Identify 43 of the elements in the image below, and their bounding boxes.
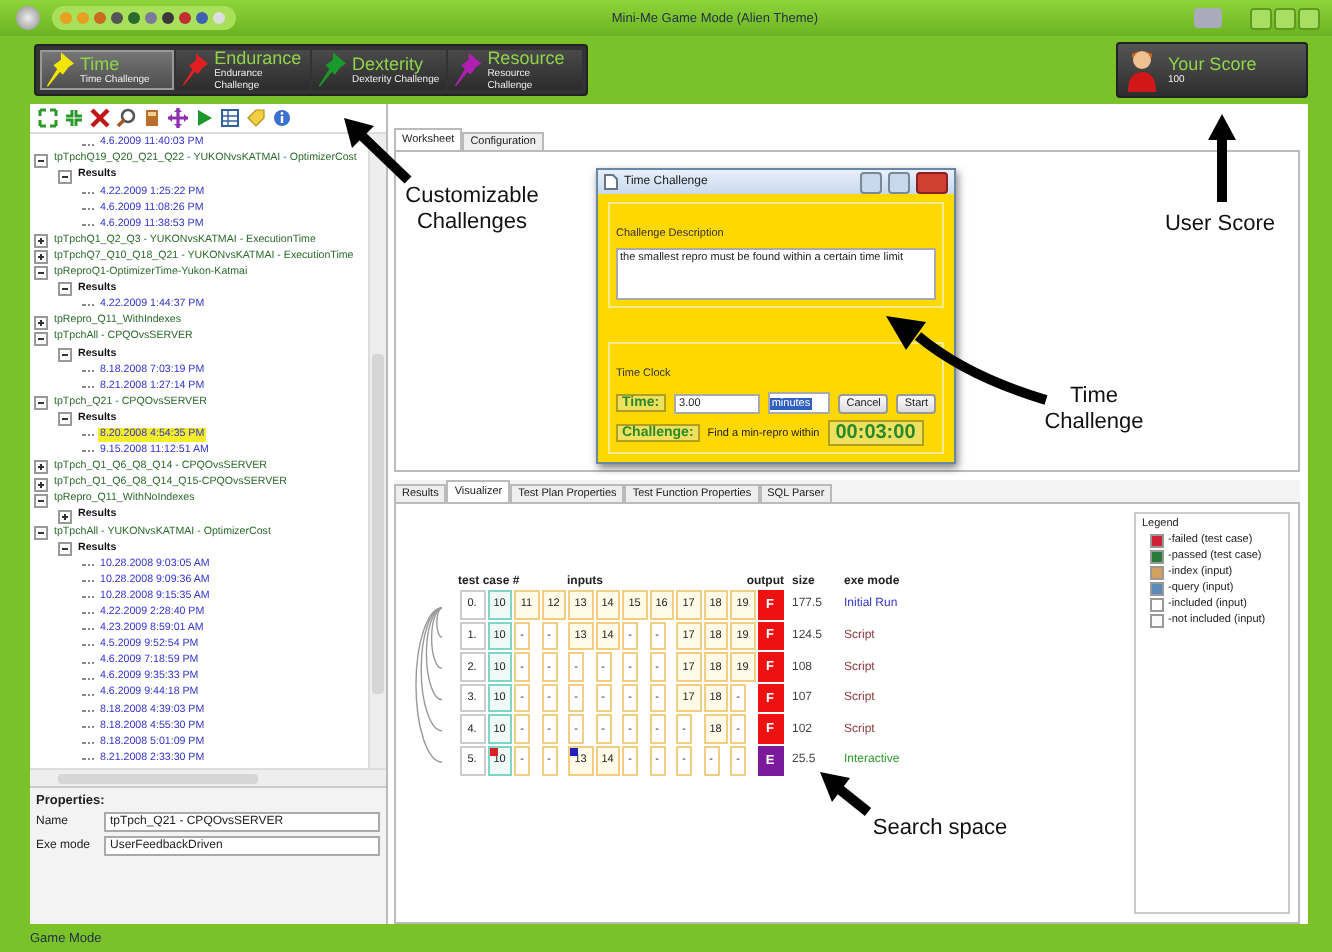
expander-icon[interactable] <box>58 412 72 427</box>
expander-icon[interactable] <box>58 541 72 556</box>
search-icon[interactable] <box>116 108 136 128</box>
collapse-icon[interactable] <box>64 108 84 128</box>
score-title: Your Score <box>1168 54 1257 74</box>
maximize-button[interactable] <box>888 171 910 193</box>
info-icon[interactable] <box>272 108 292 128</box>
expander-icon[interactable] <box>34 234 48 249</box>
expander-icon[interactable] <box>58 347 72 362</box>
expander-icon[interactable] <box>34 153 48 168</box>
expander-icon[interactable] <box>34 315 48 330</box>
expander-icon[interactable] <box>58 509 72 524</box>
document-icon <box>604 174 618 190</box>
countdown-timer: 00:03:00 <box>827 420 924 446</box>
close-button[interactable] <box>916 171 948 193</box>
book-icon[interactable] <box>142 108 162 128</box>
avatar-icon <box>1126 48 1158 92</box>
window-icon <box>1194 8 1222 28</box>
minimize-button[interactable] <box>860 171 882 193</box>
expander-icon[interactable] <box>58 282 72 297</box>
play-icon[interactable] <box>194 108 214 128</box>
expander-icon[interactable] <box>34 493 48 508</box>
expander-icon[interactable] <box>34 460 48 475</box>
expander-icon[interactable] <box>34 250 48 265</box>
expander-icon[interactable] <box>34 266 48 281</box>
arrow <box>1208 114 1236 202</box>
callout-label: Time Challenge <box>1042 384 1146 436</box>
horizontal-scrollbar[interactable] <box>30 768 386 786</box>
expander-icon[interactable] <box>34 331 48 346</box>
table-icon[interactable] <box>220 108 240 128</box>
tag-icon[interactable] <box>246 108 266 128</box>
move-icon[interactable] <box>168 108 188 128</box>
arrow <box>820 772 872 816</box>
callout-label: Search space <box>870 816 1010 842</box>
callout-label: Customizable Challenges <box>403 184 541 236</box>
expand-icon[interactable] <box>38 108 58 128</box>
expander-icon[interactable] <box>34 477 48 492</box>
expander-icon[interactable] <box>34 525 48 540</box>
delete-icon[interactable] <box>90 108 110 128</box>
expander-icon[interactable] <box>58 169 72 184</box>
callout-label: User Score <box>1162 212 1278 238</box>
expander-icon[interactable] <box>34 396 48 411</box>
vertical-scrollbar[interactable] <box>368 134 386 768</box>
